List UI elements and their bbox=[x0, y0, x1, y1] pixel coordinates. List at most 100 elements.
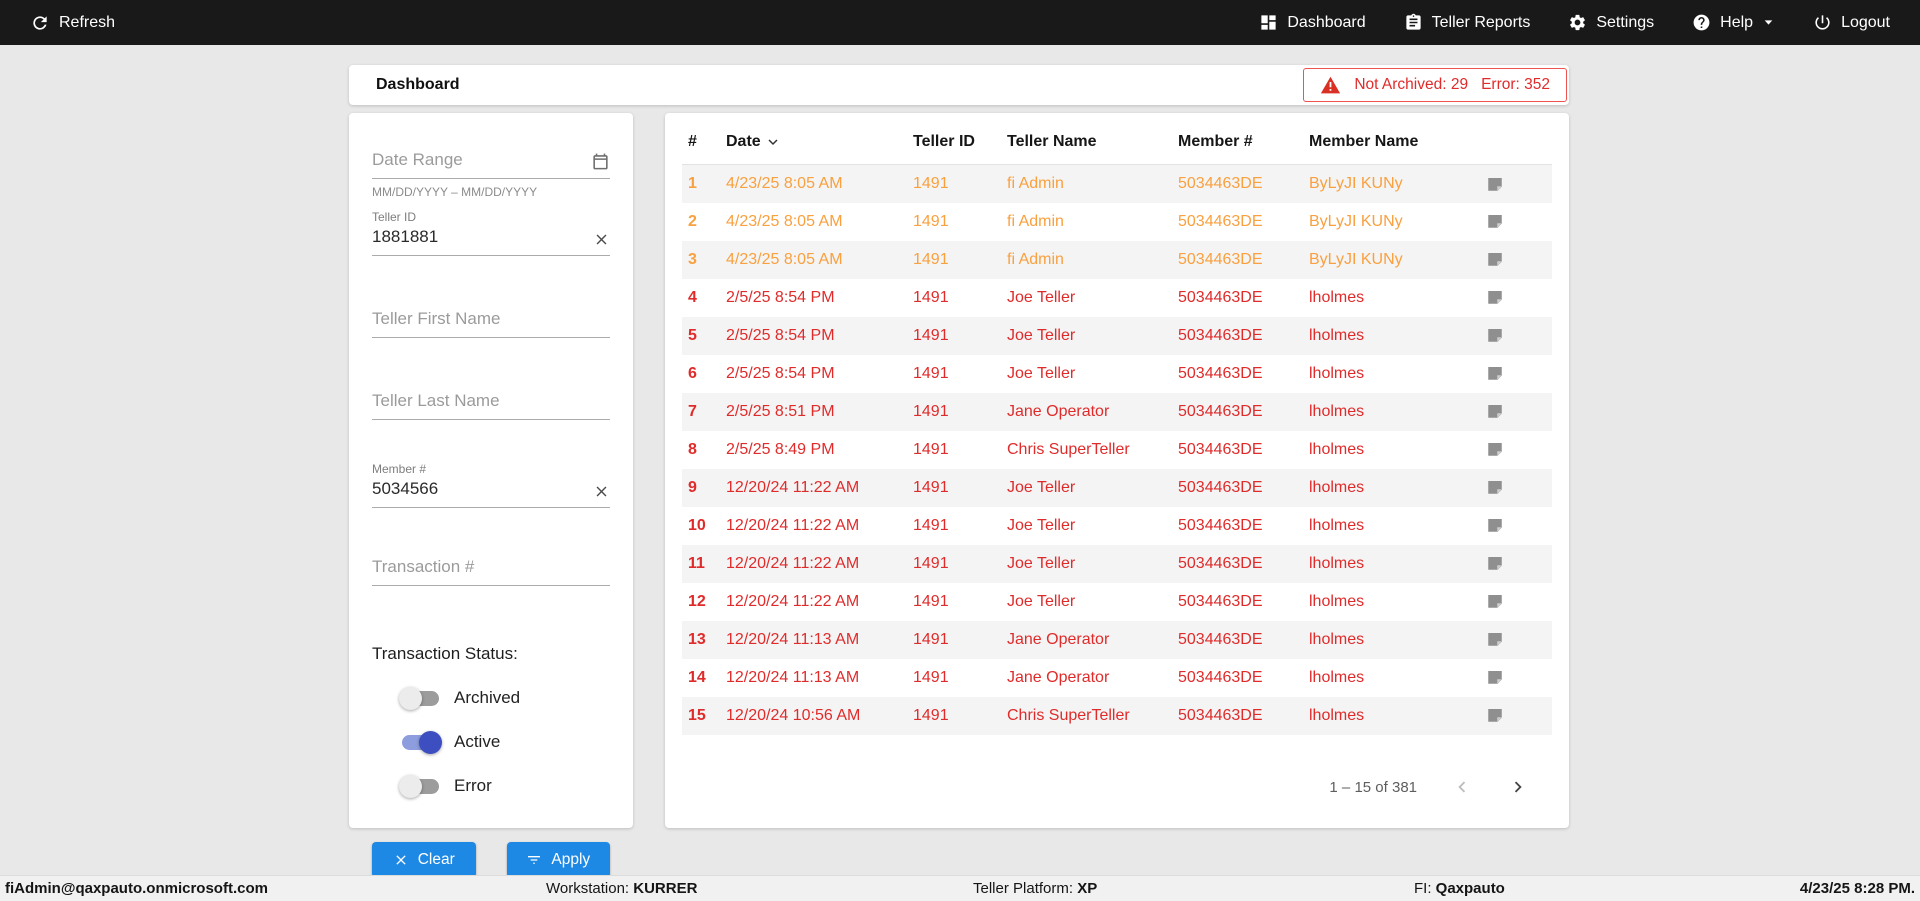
note-icon[interactable] bbox=[1486, 402, 1504, 420]
note-icon[interactable] bbox=[1486, 554, 1504, 572]
col-header-date[interactable]: Date bbox=[726, 127, 913, 165]
note-icon[interactable] bbox=[1486, 516, 1504, 534]
col-header-teller-name[interactable]: Teller Name bbox=[1007, 127, 1178, 165]
cell-teller-id: 1491 bbox=[913, 630, 949, 648]
logged-in-user: fiAdmin@qaxpauto.onmicrosoft.com bbox=[5, 880, 268, 897]
nav-logout[interactable]: Logout bbox=[1813, 13, 1890, 32]
platform-label: Teller Platform: bbox=[973, 880, 1074, 897]
table-row[interactable]: 3 4/23/25 8:05 AM 1491 fi Admin 5034463DE ByL… bbox=[682, 240, 1552, 279]
teller-first-name-input[interactable] bbox=[372, 306, 610, 337]
cell-member-name: lholmes bbox=[1309, 364, 1365, 382]
note-icon[interactable] bbox=[1486, 175, 1504, 193]
table-row[interactable]: 1 4/23/25 8:05 AM 1491 fi Admin 5034463DE ByL… bbox=[682, 164, 1552, 203]
cell-teller-name: Joe Teller bbox=[1007, 592, 1076, 610]
cell-date: 12/20/24 11:22 AM bbox=[726, 516, 860, 534]
table-row[interactable]: 2 4/23/25 8:05 AM 1491 fi Admin 5034463DE ByL… bbox=[682, 203, 1552, 241]
clear-member-number-icon[interactable] bbox=[593, 483, 610, 500]
cell-note bbox=[1484, 165, 1552, 203]
workstation-value: KURRER bbox=[633, 880, 698, 897]
member-number-input[interactable] bbox=[372, 476, 610, 507]
table-row[interactable]: 4 2/5/25 8:54 PM 1491 Joe Teller 5034463DE lh… bbox=[682, 279, 1552, 317]
cell-note bbox=[1484, 203, 1552, 241]
col-header-member-number[interactable]: Member # bbox=[1178, 127, 1309, 165]
workstation-info: Workstation: KURRER bbox=[546, 876, 697, 901]
note-icon[interactable] bbox=[1486, 440, 1504, 458]
nav-settings[interactable]: Settings bbox=[1568, 13, 1654, 32]
dashboard-icon bbox=[1259, 13, 1278, 32]
cell-member-number: 5034463DE bbox=[1178, 402, 1263, 420]
cell-teller-id: 1491 bbox=[913, 288, 949, 306]
table-row[interactable]: 13 12/20/24 11:13 AM 1491 Jane Operator 5034… bbox=[682, 620, 1552, 659]
cell-teller-id: 1491 bbox=[913, 516, 949, 534]
note-icon[interactable] bbox=[1486, 706, 1504, 724]
cell-row-number: 13 bbox=[688, 630, 706, 648]
col-header-member-name[interactable]: Member Name bbox=[1309, 127, 1484, 165]
note-icon[interactable] bbox=[1486, 288, 1504, 306]
transactions-panel: # Date Teller ID Teller Name Member # Me… bbox=[665, 113, 1569, 828]
error-toggle-label: Error bbox=[454, 776, 492, 795]
table-row[interactable]: 6 2/5/25 8:54 PM 1491 Joe Teller 5034463DE lh… bbox=[682, 355, 1552, 393]
cell-note bbox=[1484, 583, 1552, 621]
apply-button[interactable]: Apply bbox=[506, 842, 610, 878]
clear-button-label: Clear bbox=[417, 851, 455, 868]
table-row[interactable]: 12 12/20/24 11:22 AM 1491 Joe Teller 5034463… bbox=[682, 583, 1552, 621]
note-icon[interactable] bbox=[1486, 592, 1504, 610]
table-row[interactable]: 8 2/5/25 8:49 PM 1491 Chris SuperTeller 5034… bbox=[682, 431, 1552, 469]
cell-teller-id: 1491 bbox=[913, 174, 949, 192]
calendar-icon[interactable] bbox=[591, 152, 610, 171]
cell-note bbox=[1484, 621, 1552, 659]
page-header: Dashboard Not Archived: 29 Error: 352 bbox=[349, 65, 1569, 105]
teller-first-name-field bbox=[372, 306, 610, 338]
cell-row-number: 10 bbox=[688, 516, 706, 534]
teller-id-input[interactable] bbox=[372, 224, 610, 255]
toggle-row-archived[interactable]: Archived bbox=[399, 686, 610, 710]
table-row[interactable]: 10 12/20/24 11:22 AM 1491 Joe Teller 5034463… bbox=[682, 507, 1552, 545]
active-toggle[interactable] bbox=[402, 730, 442, 754]
note-icon[interactable] bbox=[1486, 630, 1504, 648]
date-range-input[interactable] bbox=[372, 147, 610, 178]
table-row[interactable]: 5 2/5/25 8:54 PM 1491 Joe Teller 5034463DE lh… bbox=[682, 316, 1552, 355]
status-alert-badge[interactable]: Not Archived: 29 Error: 352 bbox=[1303, 68, 1567, 102]
cell-row-number: 12 bbox=[688, 592, 706, 610]
table-row[interactable]: 14 12/20/24 11:13 AM 1491 Jane Operator 5034… bbox=[682, 659, 1552, 697]
cell-teller-id: 1491 bbox=[913, 250, 949, 268]
cell-member-name: lholmes bbox=[1309, 706, 1365, 724]
toggle-row-error[interactable]: Error bbox=[399, 774, 610, 798]
archived-toggle[interactable] bbox=[399, 686, 439, 710]
note-icon[interactable] bbox=[1486, 326, 1504, 344]
cell-member-number: 5034463DE bbox=[1178, 554, 1263, 572]
cell-member-number: 5034463DE bbox=[1178, 478, 1263, 496]
note-icon[interactable] bbox=[1486, 212, 1504, 230]
nav-help[interactable]: Help bbox=[1692, 13, 1775, 32]
cell-member-name: lholmes bbox=[1309, 554, 1365, 572]
note-icon[interactable] bbox=[1486, 478, 1504, 496]
nav-dashboard-label: Dashboard bbox=[1287, 13, 1366, 31]
pagination-prev-icon[interactable] bbox=[1451, 776, 1473, 798]
table-row[interactable]: 7 2/5/25 8:51 PM 1491 Jane Operator 5034463D… bbox=[682, 392, 1552, 431]
cell-note bbox=[1484, 507, 1552, 545]
cell-date: 12/20/24 11:13 AM bbox=[726, 630, 860, 648]
refresh-button[interactable]: Refresh bbox=[30, 13, 115, 33]
note-icon[interactable] bbox=[1486, 668, 1504, 686]
page-title: Dashboard bbox=[376, 76, 460, 93]
cell-member-name: ByLyJI KUNy bbox=[1309, 250, 1403, 268]
clear-button[interactable]: Clear bbox=[372, 842, 476, 878]
table-row[interactable]: 15 12/20/24 10:56 AM 1491 Chris SuperTeller… bbox=[682, 696, 1552, 735]
pagination-next-icon[interactable] bbox=[1507, 776, 1529, 798]
clear-teller-id-icon[interactable] bbox=[593, 231, 610, 248]
note-icon[interactable] bbox=[1486, 250, 1504, 268]
nav-dashboard[interactable]: Dashboard bbox=[1259, 13, 1366, 32]
table-row[interactable]: 11 12/20/24 11:22 AM 1491 Joe Teller 5034463… bbox=[682, 544, 1552, 583]
cell-teller-name: Joe Teller bbox=[1007, 554, 1076, 572]
teller-last-name-input[interactable] bbox=[372, 388, 610, 419]
error-toggle[interactable] bbox=[399, 774, 439, 798]
cell-teller-name: Joe Teller bbox=[1007, 288, 1076, 306]
transaction-number-input[interactable] bbox=[372, 554, 610, 585]
table-row[interactable]: 9 12/20/24 11:22 AM 1491 Joe Teller 5034463D… bbox=[682, 468, 1552, 507]
nav-teller-reports[interactable]: Teller Reports bbox=[1404, 13, 1530, 32]
toggle-row-active[interactable]: Active bbox=[402, 730, 610, 754]
teller-platform-info: Teller Platform: XP bbox=[973, 876, 1097, 901]
col-header-teller-id[interactable]: Teller ID bbox=[913, 127, 1007, 165]
cell-member-number: 5034463DE bbox=[1178, 706, 1263, 724]
note-icon[interactable] bbox=[1486, 364, 1504, 382]
